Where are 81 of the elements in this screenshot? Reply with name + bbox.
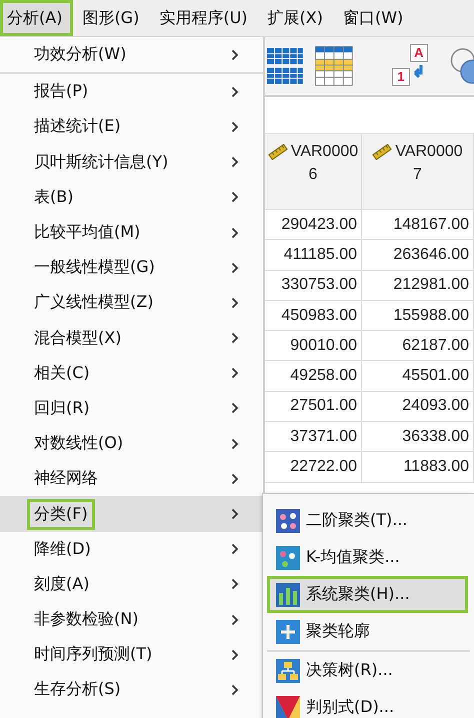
chevron-icon — [231, 120, 239, 133]
menu-item[interactable]: 描述统计(E) — [0, 109, 263, 145]
menu-item[interactable]: 表(B) — [0, 180, 263, 215]
table-cell: 148167.00 — [362, 210, 474, 240]
chevron-icon — [231, 226, 239, 239]
discriminant-icon — [276, 696, 300, 718]
chevron-icon — [231, 296, 239, 309]
chevron-icon — [231, 48, 239, 61]
column-name: 7 — [413, 165, 422, 185]
table-icon[interactable] — [314, 45, 353, 87]
table-cell: 155988.00 — [362, 300, 474, 332]
menu-item[interactable]: 刻度(A) — [0, 566, 263, 602]
menu-item[interactable]: 聚类轮廓 — [267, 613, 468, 650]
column-name: VAR0000 — [290, 142, 358, 162]
cluster-icon — [276, 546, 300, 570]
menu-item[interactable]: 混合模型(X) — [0, 320, 263, 356]
plus-icon — [276, 620, 300, 644]
menu-bar-item[interactable]: 图形(G) — [75, 0, 150, 36]
chevron-icon — [231, 543, 239, 556]
chevron-icon — [231, 402, 239, 414]
table-cell: 290423.00 — [265, 210, 362, 240]
menu-bar-item[interactable]: 扩展(X) — [260, 0, 334, 36]
menu-item[interactable]: 降维(D) — [0, 532, 263, 567]
chevron-icon — [231, 508, 239, 520]
menu-item[interactable]: 系统聚类(H)... — [267, 576, 468, 613]
menu-bar-item[interactable]: 窗口(W) — [336, 0, 414, 36]
chevron-icon — [231, 86, 239, 98]
chevron-icon — [231, 156, 239, 168]
table-cell: 11883.00 — [362, 452, 474, 483]
menu-item[interactable]: 非参数检验(N) — [0, 602, 263, 638]
table-cell: 37371.00 — [265, 422, 362, 452]
menu-item[interactable]: 功效分析(W) — [0, 37, 263, 72]
menu-item[interactable]: 广义线性模型(Z) — [0, 285, 263, 320]
table-cell: 263646.00 — [362, 240, 474, 271]
chevron-icon — [231, 438, 239, 450]
menu-item[interactable]: 比较平均值(M) — [0, 214, 263, 250]
table-cell: 212981.00 — [362, 270, 474, 301]
table-cell: 330753.00 — [265, 270, 362, 301]
cluster-icon — [276, 508, 300, 532]
table-cell: 45501.00 — [362, 361, 474, 392]
chevron-icon — [231, 332, 239, 344]
menu-item[interactable]: 贝叶斯统计信息(Y) — [0, 144, 263, 180]
menu-item[interactable]: 分类(F) — [0, 496, 263, 532]
menu-item[interactable]: 相关(C) — [0, 356, 263, 391]
column-name: 6 — [308, 165, 318, 185]
table-cell: 62187.00 — [362, 331, 474, 362]
menu-item[interactable]: 决策树(R)... — [267, 652, 468, 689]
menu-item[interactable]: 对数线性(O) — [0, 426, 263, 462]
table-cell: 49258.00 — [265, 361, 362, 392]
menu-item[interactable]: 报告(P) — [0, 74, 263, 110]
menu-item[interactable]: 神经网络 — [0, 461, 263, 496]
bar-chart-icon — [276, 582, 300, 606]
data-view-icon[interactable] — [267, 46, 303, 86]
table-cell: 22722.00 — [265, 452, 362, 483]
table-cell: 27501.00 — [265, 392, 362, 422]
chevron-icon — [231, 648, 239, 661]
chevron-icon — [231, 191, 239, 204]
chevron-icon — [231, 367, 239, 380]
menu-bar-item[interactable]: 分析(A) — [0, 0, 74, 36]
menu-item[interactable]: K-均值聚类... — [267, 539, 468, 576]
chevron-icon — [231, 614, 239, 626]
menu-item[interactable]: 回归(R) — [0, 390, 263, 426]
menu-item[interactable]: 时间序列预测(T) — [0, 637, 263, 672]
chevron-icon — [231, 262, 239, 274]
column-name: VAR0000 — [395, 142, 463, 162]
table-cell: 411185.00 — [265, 240, 362, 271]
table-cell: 24093.00 — [362, 392, 474, 422]
chevron-icon — [231, 578, 239, 590]
column-header[interactable]: VAR0000 6 — [265, 134, 362, 210]
menu-item[interactable]: 一般线性模型(G) — [0, 250, 263, 286]
menu-item[interactable]: 生存分析(S) — [0, 672, 263, 708]
chevron-icon — [231, 472, 239, 485]
menu-item[interactable]: 二阶聚类(T)... — [267, 502, 468, 539]
table-cell: 450983.00 — [265, 300, 362, 332]
menu-bar-item[interactable]: 实用程序(U) — [152, 0, 259, 36]
chevron-icon — [231, 684, 239, 696]
table-cell: 36338.00 — [362, 422, 474, 452]
menu-item[interactable]: 判别式(D)... — [267, 689, 468, 718]
column-header[interactable]: VAR0000 7 — [362, 134, 474, 210]
tree-icon — [276, 658, 300, 682]
table-cell: 90010.00 — [265, 331, 362, 362]
